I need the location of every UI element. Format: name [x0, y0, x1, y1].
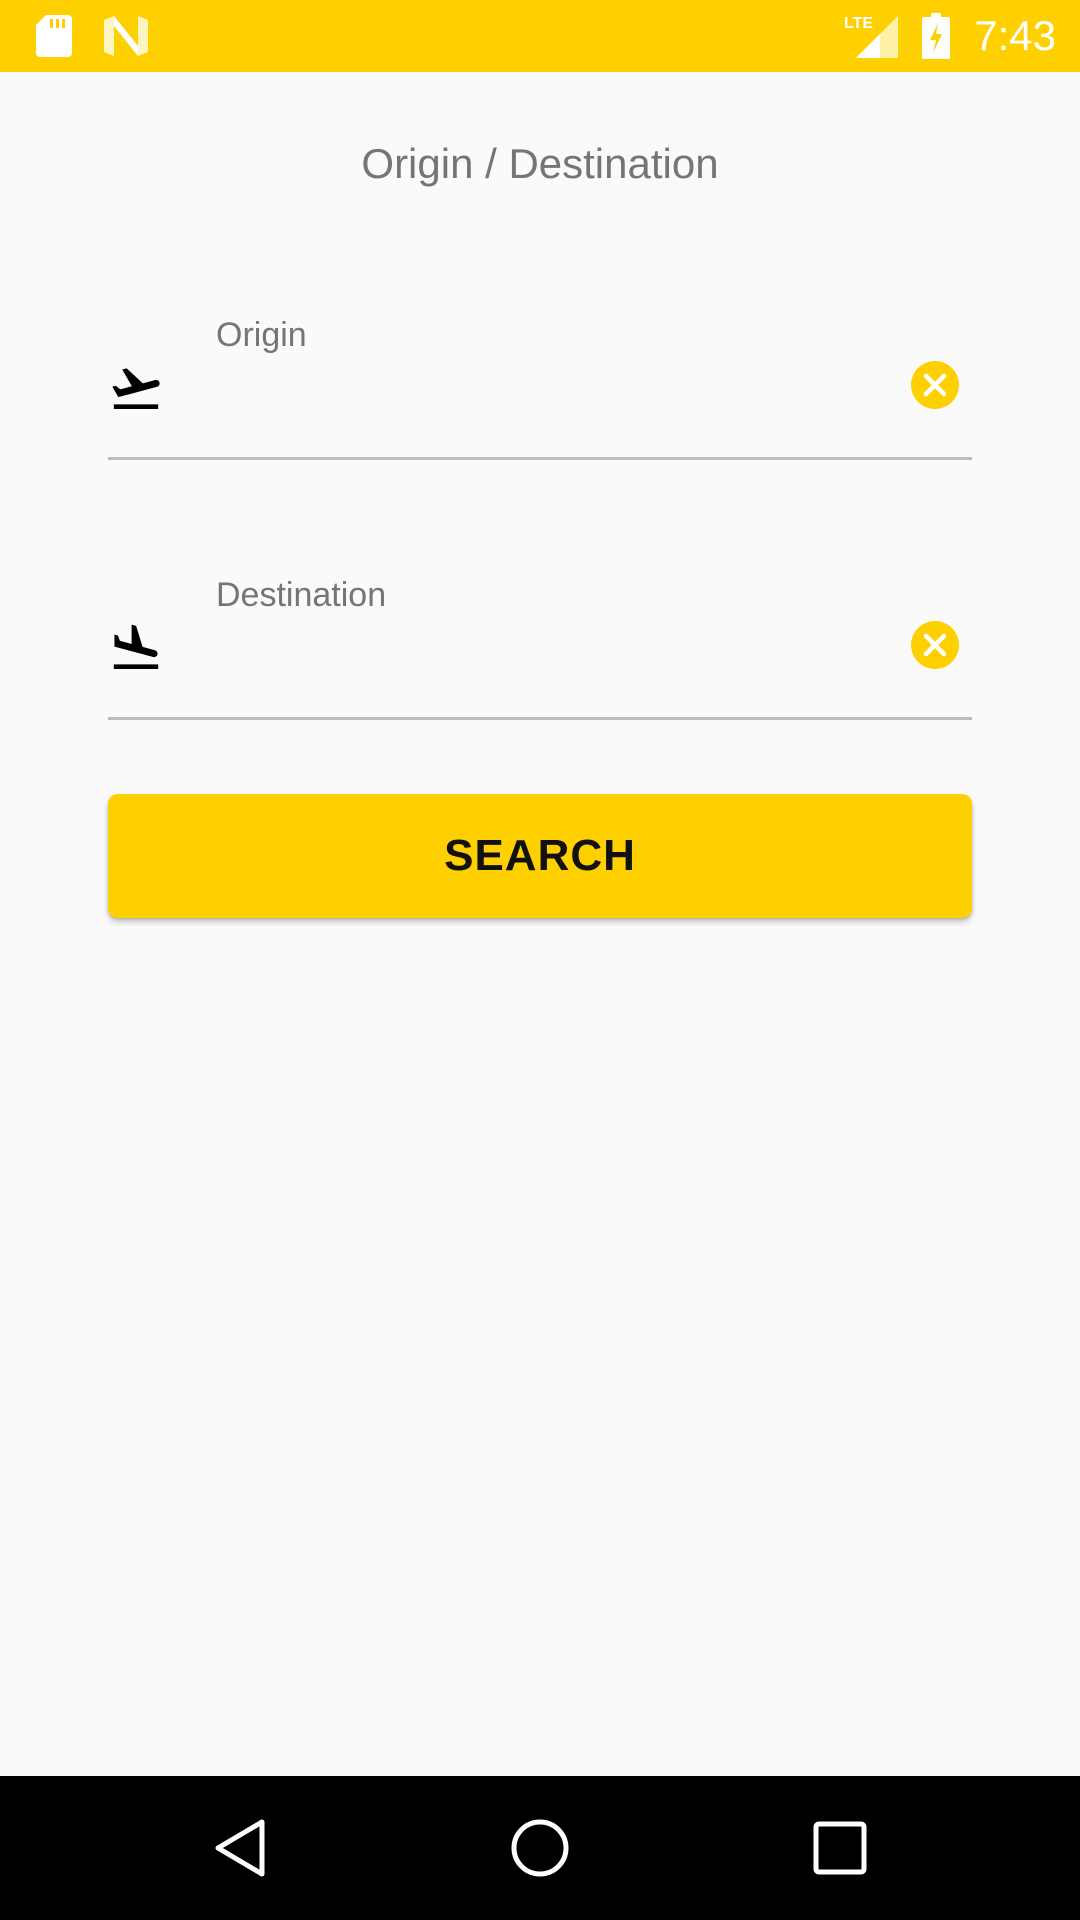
status-bar: LTE 7:43	[0, 0, 1080, 72]
clear-icon	[911, 361, 959, 409]
flight-takeoff-icon	[108, 360, 164, 416]
n-logo-icon	[104, 0, 148, 72]
status-time: 7:43	[974, 12, 1056, 59]
home-icon	[511, 1819, 569, 1877]
destination-clear-button[interactable]	[910, 620, 960, 670]
page-title: Origin / Destination	[361, 140, 719, 187]
back-button[interactable]	[180, 1776, 300, 1920]
destination-label: Destination	[216, 576, 387, 614]
origin-field[interactable]: Origin	[108, 316, 972, 460]
back-icon	[215, 1819, 265, 1877]
destination-input[interactable]	[216, 640, 892, 700]
clear-icon	[911, 621, 959, 669]
flight-land-icon	[108, 620, 164, 676]
destination-field[interactable]: Destination	[108, 576, 972, 720]
origin-underline	[108, 457, 972, 460]
home-button[interactable]	[480, 1776, 600, 1920]
destination-underline	[108, 717, 972, 720]
origin-input[interactable]	[216, 380, 892, 440]
navigation-bar	[0, 1776, 1080, 1920]
battery-charging-icon	[922, 0, 950, 72]
svg-text:LTE: LTE	[844, 15, 873, 32]
lte-signal-icon: LTE	[842, 0, 900, 72]
origin-clear-button[interactable]	[910, 360, 960, 410]
recents-button[interactable]	[780, 1776, 900, 1920]
recents-icon	[813, 1821, 867, 1875]
search-button[interactable]: SEARCH	[108, 794, 972, 918]
sd-card-icon	[36, 0, 72, 72]
origin-label: Origin	[216, 316, 307, 354]
